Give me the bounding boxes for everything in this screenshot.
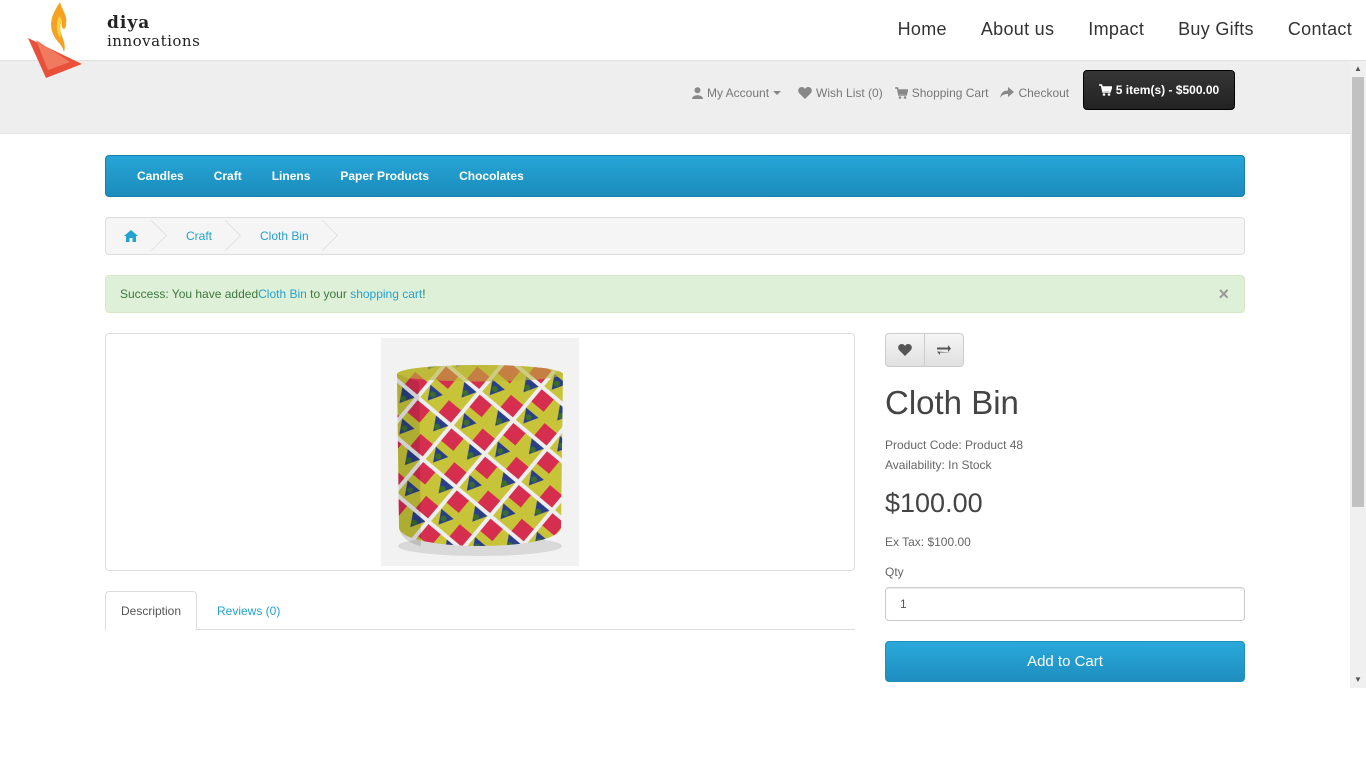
breadcrumb-craft[interactable]: Craft xyxy=(158,218,232,254)
category-craft[interactable]: Craft xyxy=(199,169,257,183)
logo[interactable]: diya innovations xyxy=(26,0,200,80)
alert-cart-link[interactable]: shopping cart xyxy=(350,287,422,301)
alert-suffix: ! xyxy=(422,287,426,301)
product-ex-tax: Ex Tax: $100.00 xyxy=(885,535,971,549)
product-actions xyxy=(885,333,964,367)
my-account-label: My Account xyxy=(707,86,770,100)
breadcrumb-craft-label: Craft xyxy=(186,229,213,243)
scroll-up-icon[interactable]: ▲ xyxy=(1350,61,1366,77)
add-to-cart-button[interactable]: Add to Cart xyxy=(885,641,1245,682)
scroll-down-icon[interactable]: ▼ xyxy=(1350,672,1366,688)
user-icon xyxy=(692,87,703,99)
logo-text: diya innovations xyxy=(107,14,200,50)
checkout-link[interactable]: Checkout xyxy=(1000,86,1069,100)
cart-total-label: 5 item(s) - $500.00 xyxy=(1115,83,1220,97)
home-icon xyxy=(124,230,138,242)
success-alert: Success: You have added Cloth Bin to you… xyxy=(105,275,1245,313)
category-paper-products[interactable]: Paper Products xyxy=(325,169,444,183)
breadcrumb-home[interactable] xyxy=(106,218,158,254)
product-title: Cloth Bin xyxy=(885,384,1019,421)
heart-icon xyxy=(898,344,912,356)
scrollbar-thumb[interactable] xyxy=(1352,77,1364,507)
caret-down-icon xyxy=(773,91,782,95)
product-availability: Availability: In Stock xyxy=(885,458,992,472)
category-candles[interactable]: Candles xyxy=(122,169,199,183)
my-account-link[interactable]: My Account xyxy=(692,86,786,100)
product-price: $100.00 xyxy=(885,488,983,518)
cart-icon xyxy=(1098,84,1112,96)
logo-line-1: diya xyxy=(107,13,151,33)
exchange-icon xyxy=(937,345,951,355)
product-image[interactable] xyxy=(381,338,579,566)
vertical-scrollbar[interactable]: ▲ ▼ xyxy=(1350,61,1366,688)
main-nav: Home About us Impact Buy Gifts Contact xyxy=(864,19,1352,40)
bottom-blank-area xyxy=(0,688,1366,768)
breadcrumb-cloth-bin[interactable]: Cloth Bin xyxy=(232,218,329,254)
breadcrumb: Craft Cloth Bin xyxy=(105,217,1245,255)
wish-list-link[interactable]: Wish List (0) xyxy=(798,86,883,100)
breadcrumb-cloth-bin-label: Cloth Bin xyxy=(260,229,309,243)
alert-close-button[interactable]: × xyxy=(1218,285,1229,303)
checkout-label: Checkout xyxy=(1018,86,1070,100)
compare-button[interactable] xyxy=(925,333,964,367)
site-header: diya innovations Home About us Impact Bu… xyxy=(0,0,1366,78)
alert-product-link[interactable]: Cloth Bin xyxy=(258,287,307,301)
nav-contact[interactable]: Contact xyxy=(1288,19,1352,40)
nav-about-us[interactable]: About us xyxy=(981,19,1054,40)
cart-icon xyxy=(894,87,908,99)
product-meta: Product Code: Product 48 Availability: I… xyxy=(885,435,1023,475)
category-menu: Candles Craft Linens Paper Products Choc… xyxy=(105,155,1245,197)
tab-reviews[interactable]: Reviews (0) xyxy=(202,591,295,630)
cart-total-button[interactable]: 5 item(s) - $500.00 xyxy=(1083,70,1235,110)
logo-line-2: innovations xyxy=(107,32,201,50)
heart-icon xyxy=(798,87,812,99)
category-linens[interactable]: Linens xyxy=(257,169,326,183)
nav-home[interactable]: Home xyxy=(898,19,947,40)
page-content: My Account Wish List (0) Shopping Cart C… xyxy=(0,61,1350,688)
alert-prefix: Success: You have added xyxy=(120,287,259,301)
share-arrow-icon xyxy=(1000,87,1015,98)
tab-description[interactable]: Description xyxy=(105,591,198,631)
product-image-box xyxy=(105,333,855,571)
diya-flame-logo-icon xyxy=(28,2,82,78)
category-chocolates[interactable]: Chocolates xyxy=(444,169,539,183)
nav-impact[interactable]: Impact xyxy=(1088,19,1144,40)
top-bar: My Account Wish List (0) Shopping Cart C… xyxy=(0,61,1350,134)
product-tabs: Description Reviews (0) xyxy=(105,591,855,631)
alert-middle: to your xyxy=(306,287,351,301)
qty-label: Qty xyxy=(885,565,904,579)
shopping-cart-label: Shopping Cart xyxy=(911,86,989,100)
nav-buy-gifts[interactable]: Buy Gifts xyxy=(1178,19,1254,40)
top-links: My Account Wish List (0) Shopping Cart C… xyxy=(692,86,1081,100)
qty-input[interactable] xyxy=(885,587,1245,621)
product-code: Product Code: Product 48 xyxy=(885,438,1024,452)
add-to-wishlist-button[interactable] xyxy=(885,333,925,367)
wish-list-label: Wish List (0) xyxy=(816,86,883,100)
shopping-cart-link[interactable]: Shopping Cart xyxy=(894,86,989,100)
